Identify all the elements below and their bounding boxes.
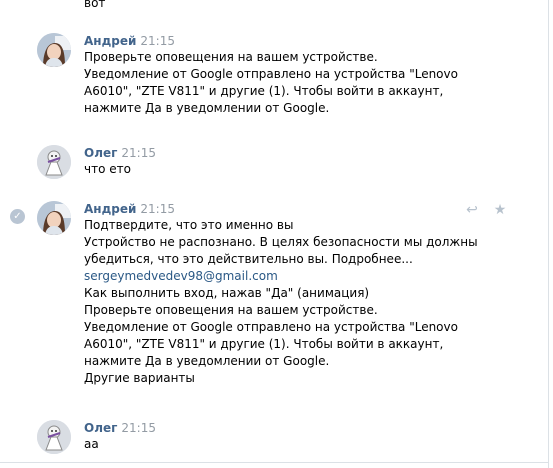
message-line: A6010", "ZTE V811" и другие (1). Чтобы в… xyxy=(84,337,444,351)
message-line: Уведомление от Google отправлено на устр… xyxy=(84,67,458,81)
message-line: что ето xyxy=(84,162,131,176)
message-body: Подтвердите, что это именно вы Устройств… xyxy=(84,217,524,387)
message-line: Проверьте оповещения на вашем устройстве… xyxy=(84,303,378,317)
message-line: Подтвердите, что это именно вы xyxy=(84,218,294,232)
avatar-andrey[interactable] xyxy=(37,33,71,67)
sender-name[interactable]: Андрей 21:15 xyxy=(84,34,175,48)
message-line: аа xyxy=(84,437,99,451)
message-actions: ↩ ★ xyxy=(452,202,508,218)
avatar-oleg[interactable] xyxy=(37,420,71,454)
message-line: убедиться, что это действительно вы. Под… xyxy=(84,252,413,266)
bottom-divider xyxy=(0,462,548,463)
message-andrey-2: ✓ Андрей 21:15 ↩ ★ Подтвердите, что это им… xyxy=(0,201,548,401)
check-circle-icon[interactable]: ✓ xyxy=(10,209,25,224)
message-oleg-2: Олег 21:15 аа xyxy=(0,420,548,460)
message-andrey-1: Андрей 21:15 Проверьте оповещения на ваше… xyxy=(0,33,548,123)
message-line: нажмите Да в уведомлении от Google. xyxy=(84,101,330,115)
right-border xyxy=(548,0,549,468)
message-line: Другие варианты xyxy=(84,371,195,385)
message-line: нажмите Да в уведомлении от Google. xyxy=(84,354,330,368)
message-body: Проверьте оповещения на вашем устройстве… xyxy=(84,49,524,117)
message-body: что ето xyxy=(84,161,524,178)
message-oleg-1: Олег 21:15 что ето xyxy=(0,145,548,185)
message-body: аа xyxy=(84,436,524,453)
message-line: Устройство не распознано. В целях безопа… xyxy=(84,235,478,249)
avatar-andrey[interactable] xyxy=(37,201,71,235)
message-line: Уведомление от Google отправлено на устр… xyxy=(84,320,458,334)
message-line: Как выполнить вход, нажав "Да" (анимация… xyxy=(84,286,370,300)
message-time[interactable]: 21:15 xyxy=(121,146,156,160)
email-link[interactable]: sergeymedvedev98@gmail.com xyxy=(84,268,524,285)
reply-icon[interactable]: ↩ xyxy=(464,202,480,218)
message-line: A6010", "ZTE V811" и другие (1). Чтобы в… xyxy=(84,84,444,98)
message-time[interactable]: 21:15 xyxy=(121,421,156,435)
star-icon[interactable]: ★ xyxy=(492,202,508,218)
sender-name[interactable]: Олег 21:15 xyxy=(84,146,156,160)
message-line: Проверьте оповещения на вашем устройстве… xyxy=(84,50,378,64)
message-time[interactable]: 21:15 xyxy=(140,202,175,216)
sender-name[interactable]: Олег 21:15 xyxy=(84,421,156,435)
sender-name[interactable]: Андрей 21:15 xyxy=(84,202,175,216)
previous-message-text: вот xyxy=(84,0,106,10)
avatar-oleg[interactable] xyxy=(37,145,71,179)
message-time[interactable]: 21:15 xyxy=(140,34,175,48)
